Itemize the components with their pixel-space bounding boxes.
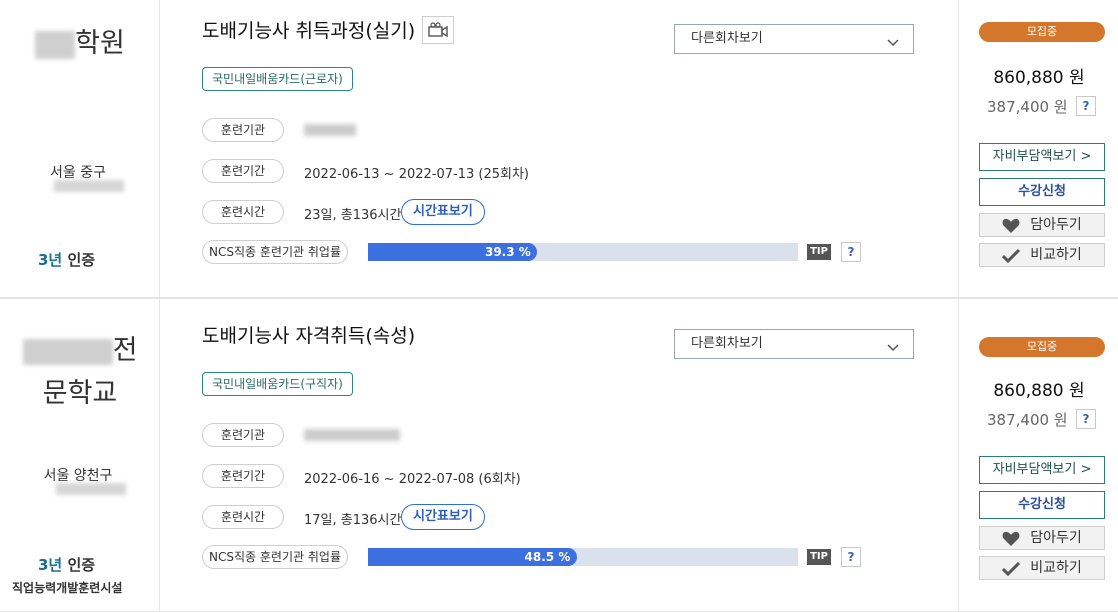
time-label: 훈련시간 [202, 200, 284, 224]
institution-name-line1[interactable]: 전 [0, 329, 160, 373]
ncs-rate-bar: 48.5 % [368, 548, 798, 566]
period-label: 훈련기간 [202, 159, 284, 183]
institution-name[interactable]: 학원 [0, 22, 160, 66]
certification-badge: 3년 인증 [38, 556, 96, 574]
time-value: 17일, 총136시간 [304, 513, 402, 528]
other-round-select[interactable]: 다른회차보기 [674, 24, 914, 54]
time-label: 훈련시간 [202, 505, 284, 529]
course-title[interactable]: 도배기능사 자격취득(속성) [202, 321, 415, 348]
ncs-help-button[interactable]: ? [841, 547, 861, 567]
compare-button[interactable]: 비교하기 [979, 243, 1105, 267]
check-icon [1001, 561, 1021, 584]
apply-button[interactable]: 수강신청 [979, 491, 1105, 519]
ncs-rate-bar: 39.3 % [368, 243, 798, 261]
ncs-label: NCS직종 훈련기관 취업률 [202, 545, 348, 569]
card-type-tag: 국민내일배움카드(근로자) [202, 67, 353, 91]
ncs-label: NCS직종 훈련기관 취업률 [202, 240, 348, 264]
facility-type: 직업능력개발훈련시설 [12, 581, 123, 595]
period-value: 2022-06-13 ~ 2022-07-13 (25회차) [304, 167, 529, 182]
status-badge: 모집중 [979, 337, 1105, 357]
chevron-down-icon [887, 31, 899, 59]
tip-button[interactable]: TIP [807, 549, 831, 565]
apply-button[interactable]: 수강신청 [979, 178, 1105, 206]
period-value: 2022-06-16 ~ 2022-07-08 (6회차) [304, 472, 521, 487]
institution-address-blurred [56, 483, 126, 495]
institution-address-blurred [54, 180, 124, 192]
institution-value-blurred [304, 124, 356, 136]
self-pay-price: 387,400 원 [987, 98, 1068, 116]
price-column: 모집중 860,880 원 387,400 원 ? 자비부담액보기 > 수강신청… [958, 0, 1118, 297]
ncs-rate-text: 39.3 % [484, 245, 531, 259]
institution-name-line2[interactable]: 문학교 [0, 372, 160, 416]
card-type-tag: 국민내일배움카드(구직자) [202, 372, 353, 396]
other-round-select[interactable]: 다른회차보기 [674, 329, 914, 359]
institution-label: 훈련기관 [202, 118, 284, 142]
institution-region: 서울 중구 [50, 165, 106, 181]
ncs-rate-text: 48.5 % [524, 550, 571, 564]
course-card-2: 전 문학교 서울 양천구 3년 인증 직업능력개발훈련시설 도배기능사 자격취득… [0, 298, 1118, 612]
time-value: 23일, 총136시간 [304, 208, 402, 223]
self-pay-price: 387,400 원 [987, 411, 1068, 429]
save-button[interactable]: 담아두기 [979, 526, 1105, 550]
institution-value-blurred [304, 429, 400, 441]
course-title[interactable]: 도배기능사 취득과정(실기) [202, 16, 415, 43]
check-icon [1001, 248, 1021, 271]
save-button[interactable]: 담아두기 [979, 213, 1105, 237]
heart-icon [1002, 218, 1020, 241]
video-camera-icon[interactable] [422, 16, 454, 44]
certification-badge: 3년 인증 [38, 251, 96, 269]
compare-button[interactable]: 비교하기 [979, 556, 1105, 580]
total-price: 860,880 원 [993, 381, 1085, 401]
self-pay-button[interactable]: 자비부담액보기 > [979, 456, 1105, 484]
institution-region: 서울 양천구 [43, 468, 113, 484]
price-help-button[interactable]: ? [1076, 409, 1096, 429]
timetable-button[interactable]: 시간표보기 [401, 199, 485, 225]
chevron-down-icon [887, 336, 899, 364]
period-label: 훈련기간 [202, 464, 284, 488]
institution-column: 학원 서울 중구 3년 인증 [0, 0, 160, 297]
institution-column: 전 문학교 서울 양천구 3년 인증 직업능력개발훈련시설 [0, 299, 160, 611]
self-pay-button[interactable]: 자비부담액보기 > [979, 143, 1105, 171]
status-badge: 모집중 [979, 22, 1105, 42]
ncs-help-button[interactable]: ? [841, 242, 861, 262]
price-column: 모집중 860,880 원 387,400 원 ? 자비부담액보기 > 수강신청… [958, 299, 1118, 611]
total-price: 860,880 원 [993, 68, 1085, 88]
heart-icon [1002, 531, 1020, 554]
institution-label: 훈련기관 [202, 423, 284, 447]
price-help-button[interactable]: ? [1076, 96, 1096, 116]
timetable-button[interactable]: 시간표보기 [401, 504, 485, 530]
course-card-1: 학원 서울 중구 3년 인증 도배기능사 취득과정(실기) 다른회차보기 국민내… [0, 0, 1118, 298]
tip-button[interactable]: TIP [807, 244, 831, 260]
